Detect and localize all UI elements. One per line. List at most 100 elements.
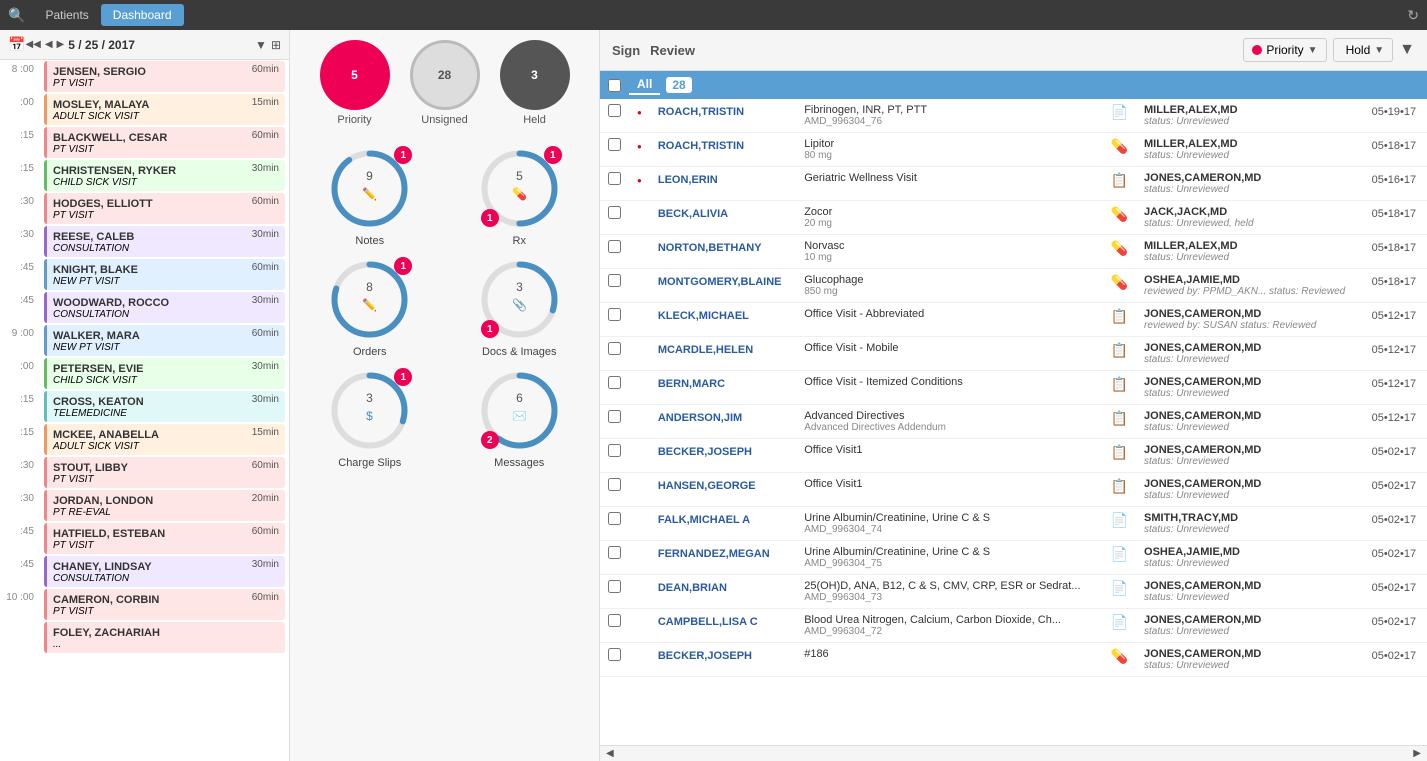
row-checkbox[interactable]	[608, 376, 621, 389]
review-button[interactable]: Review	[650, 43, 695, 58]
doc-icon-cell[interactable]: 📄	[1103, 541, 1136, 575]
calendar-icon[interactable]: 📅	[8, 36, 25, 53]
unsigned-widget[interactable]: 28 Unsigned	[410, 40, 480, 126]
table-row[interactable]: NORTON,BETHANY Norvasc 10 mg 💊 MILLER,AL…	[600, 235, 1427, 269]
appointment-item[interactable]: CHANEY, LINDSAY30minCONSULTATION	[44, 556, 285, 587]
patient-name-cell[interactable]: ROACH,TRISTIN	[650, 133, 796, 167]
tab-dashboard[interactable]: Dashboard	[101, 4, 184, 26]
table-row[interactable]: CAMPBELL,LISA C Blood Urea Nitrogen, Cal…	[600, 609, 1427, 643]
scroll-left[interactable]: ◀	[602, 748, 618, 759]
hold-dropdown-arrow[interactable]: ▼	[1374, 45, 1384, 56]
row-checkbox[interactable]	[608, 512, 621, 525]
patient-name-cell[interactable]: BECKER,JOSEPH	[650, 439, 796, 473]
appointment-item[interactable]: CROSS, KEATON30minTELEMEDICINE	[44, 391, 285, 422]
search-icon[interactable]: 🔍	[8, 7, 25, 24]
row-checkbox[interactable]	[608, 410, 621, 423]
table-row[interactable]: DEAN,BRIAN 25(OH)D, ANA, B12, C & S, CMV…	[600, 575, 1427, 609]
patient-name-cell[interactable]: CAMPBELL,LISA C	[650, 609, 796, 643]
appointment-item[interactable]: STOUT, LIBBY60minPT VISIT	[44, 457, 285, 488]
patient-name-cell[interactable]: FALK,MICHAEL A	[650, 507, 796, 541]
filter-button[interactable]: ▼	[1399, 41, 1415, 59]
select-all-checkbox[interactable]	[608, 79, 621, 92]
appointment-item[interactable]: JENSEN, SERGIO60minPT VISIT	[44, 61, 285, 92]
row-checkbox[interactable]	[608, 240, 621, 253]
patient-name-cell[interactable]: BERN,MARC	[650, 371, 796, 405]
appointment-item[interactable]: FOLEY, ZACHARIAH...	[44, 622, 285, 653]
patient-name[interactable]: FERNANDEZ,MEGAN	[658, 548, 770, 560]
patient-name[interactable]: ROACH,TRISTIN	[658, 106, 744, 118]
held-widget[interactable]: 3 Held	[500, 40, 570, 126]
doc-icon-cell[interactable]: 📄	[1103, 99, 1136, 133]
doc-icon-cell[interactable]: 📋	[1103, 167, 1136, 201]
patient-name-cell[interactable]: FERNANDEZ,MEGAN	[650, 541, 796, 575]
patient-name-cell[interactable]: LEON,ERIN	[650, 167, 796, 201]
appointment-item[interactable]: WALKER, MARA60minNEW PT VISIT	[44, 325, 285, 356]
doc-icon-cell[interactable]: 💊	[1103, 235, 1136, 269]
row-checkbox[interactable]	[608, 342, 621, 355]
patient-name[interactable]: ANDERSON,JIM	[658, 412, 742, 424]
patient-name-cell[interactable]: KLECK,MICHAEL	[650, 303, 796, 337]
patient-name[interactable]: HANSEN,GEORGE	[658, 480, 756, 492]
appointment-item[interactable]: PETERSEN, EVIE30minCHILD SICK VISIT	[44, 358, 285, 389]
table-row[interactable]: MONTGOMERY,BLAINE Glucophage 850 mg 💊 OS…	[600, 269, 1427, 303]
patient-name[interactable]: NORTON,BETHANY	[658, 242, 762, 254]
table-row[interactable]: ANDERSON,JIM Advanced Directives Advance…	[600, 405, 1427, 439]
appointment-item[interactable]: WOODWARD, ROCCO30minCONSULTATION	[44, 292, 285, 323]
patient-name-cell[interactable]: NORTON,BETHANY	[650, 235, 796, 269]
hold-button[interactable]: Hold ▼	[1333, 38, 1394, 62]
table-row[interactable]: ● ROACH,TRISTIN Fibrinogen, INR, PT, PTT…	[600, 99, 1427, 133]
row-checkbox[interactable]	[608, 648, 621, 661]
table-row[interactable]: ● LEON,ERIN Geriatric Wellness Visit 📋 J…	[600, 167, 1427, 201]
row-checkbox[interactable]	[608, 614, 621, 627]
row-checkbox[interactable]	[608, 580, 621, 593]
appointment-item[interactable]: KNIGHT, BLAKE60minNEW PT VISIT	[44, 259, 285, 290]
doc-icon-cell[interactable]: 📋	[1103, 439, 1136, 473]
doc-icon-cell[interactable]: 📋	[1103, 337, 1136, 371]
row-checkbox[interactable]	[608, 104, 621, 117]
sign-button[interactable]: Sign	[612, 43, 640, 58]
row-checkbox[interactable]	[608, 138, 621, 151]
table-row[interactable]: KLECK,MICHAEL Office Visit - Abbreviated…	[600, 303, 1427, 337]
tab-all[interactable]: All	[629, 75, 660, 95]
doc-icon-cell[interactable]: 💊	[1103, 643, 1136, 677]
appointment-item[interactable]: JORDAN, LONDON20minPT RE-EVAL	[44, 490, 285, 521]
patient-name-cell[interactable]: ROACH,TRISTIN	[650, 99, 796, 133]
table-row[interactable]: FERNANDEZ,MEGAN Urine Albumin/Creatinine…	[600, 541, 1427, 575]
patient-name[interactable]: FALK,MICHAEL A	[658, 514, 750, 526]
appointment-item[interactable]: HATFIELD, ESTEBAN60minPT VISIT	[44, 523, 285, 554]
patient-name[interactable]: ROACH,TRISTIN	[658, 140, 744, 152]
patient-name-cell[interactable]: HANSEN,GEORGE	[650, 473, 796, 507]
appointment-item[interactable]: BLACKWELL, CESAR60minPT VISIT	[44, 127, 285, 158]
widget-docs[interactable]: 3 📎 1Docs & Images	[450, 257, 590, 358]
doc-icon-cell[interactable]: 📄	[1103, 507, 1136, 541]
appointment-item[interactable]: CHRISTENSEN, RYKER30minCHILD SICK VISIT	[44, 160, 285, 191]
next-arrow[interactable]: ▶	[57, 39, 65, 50]
appointment-item[interactable]: MOSLEY, MALAYA15minADULT SICK VISIT	[44, 94, 285, 125]
appointment-item[interactable]: CAMERON, CORBIN60minPT VISIT	[44, 589, 285, 620]
prev-arrow[interactable]: ◀	[45, 39, 53, 50]
widget-rx[interactable]: 5 💊 11Rx	[450, 146, 590, 247]
patient-name-cell[interactable]: ANDERSON,JIM	[650, 405, 796, 439]
patient-name[interactable]: LEON,ERIN	[658, 174, 718, 186]
table-row[interactable]: BERN,MARC Office Visit - Itemized Condit…	[600, 371, 1427, 405]
row-checkbox[interactable]	[608, 172, 621, 185]
patient-name[interactable]: DEAN,BRIAN	[658, 582, 727, 594]
row-checkbox[interactable]	[608, 546, 621, 559]
patient-name[interactable]: BERN,MARC	[658, 378, 725, 390]
table-row[interactable]: FALK,MICHAEL A Urine Albumin/Creatinine,…	[600, 507, 1427, 541]
appointment-item[interactable]: MCKEE, ANABELLA15minADULT SICK VISIT	[44, 424, 285, 455]
doc-icon-cell[interactable]: 📄	[1103, 609, 1136, 643]
widget-notes[interactable]: 9 ✏️ 1Notes	[300, 146, 440, 247]
doc-icon-cell[interactable]: 💊	[1103, 201, 1136, 235]
doc-icon-cell[interactable]: 📋	[1103, 405, 1136, 439]
patient-name[interactable]: MONTGOMERY,BLAINE	[658, 276, 782, 288]
doc-icon-cell[interactable]: 📋	[1103, 473, 1136, 507]
table-row[interactable]: BECKER,JOSEPH #186 💊 JONES,CAMERON,MD st…	[600, 643, 1427, 677]
patient-name[interactable]: BECKER,JOSEPH	[658, 446, 752, 458]
refresh-icon[interactable]: ↻	[1407, 7, 1419, 24]
doc-icon-cell[interactable]: 💊	[1103, 133, 1136, 167]
appointment-item[interactable]: HODGES, ELLIOTT60minPT VISIT	[44, 193, 285, 224]
table-row[interactable]: HANSEN,GEORGE Office Visit1 📋 JONES,CAME…	[600, 473, 1427, 507]
patient-name[interactable]: KLECK,MICHAEL	[658, 310, 749, 322]
patient-name[interactable]: CAMPBELL,LISA C	[658, 616, 758, 628]
